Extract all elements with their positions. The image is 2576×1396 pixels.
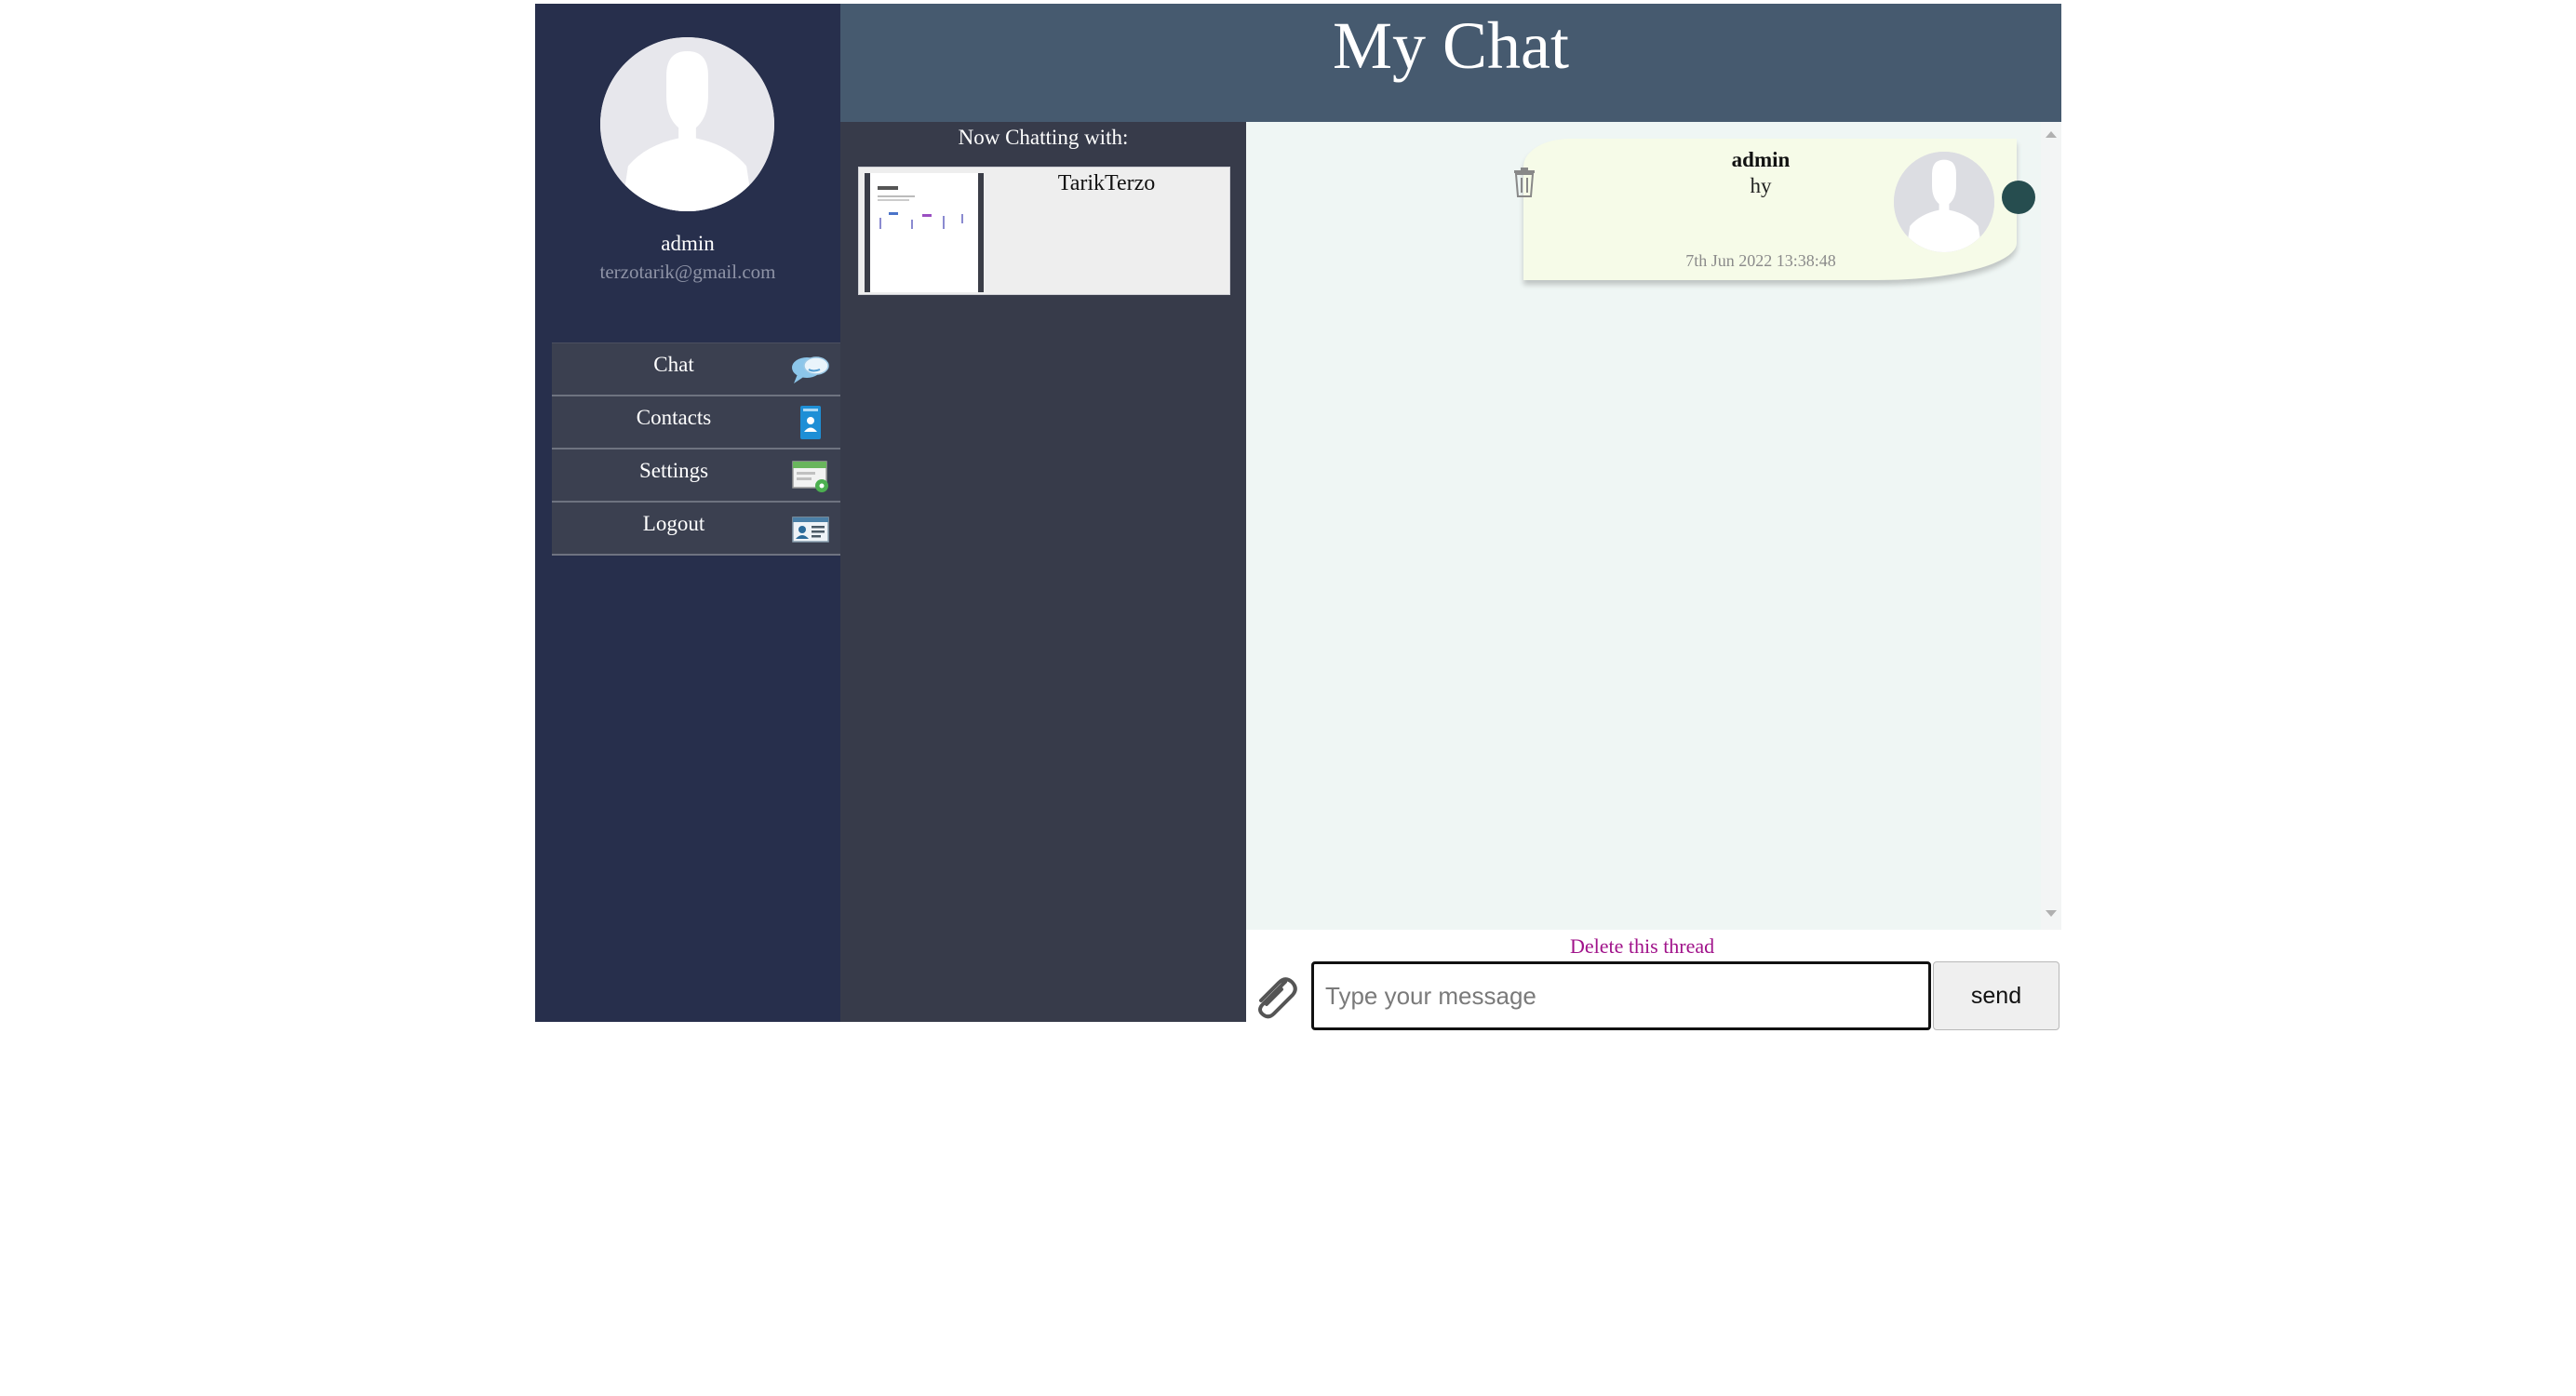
main-menu: Chat Contacts Settings Logout <box>552 342 840 556</box>
user-silhouette-icon <box>600 37 774 211</box>
menu-item-contacts[interactable]: Contacts <box>552 396 840 450</box>
contacts-heading: Now Chatting with: <box>958 126 1129 149</box>
chat-bubbles-icon <box>790 352 831 387</box>
profile-email: terzotarik@gmail.com <box>599 261 776 283</box>
menu-item-label: Settings <box>638 459 709 482</box>
settings-window-icon <box>790 458 831 493</box>
screenshot-thumbnail-icon <box>865 173 984 292</box>
user-silhouette-icon <box>1894 152 1994 252</box>
menu-item-label: Logout <box>642 512 705 535</box>
menu-item-label: Chat <box>653 353 694 376</box>
menu-item-logout[interactable]: Logout <box>552 503 840 556</box>
message-timestamp: 7th Jun 2022 13:38:48 <box>1685 251 1836 270</box>
scroll-down-arrow-icon[interactable] <box>2046 910 2057 917</box>
id-card-icon <box>790 511 831 546</box>
messages-panel: admin hy 7th Jun 2022 13:38:48 <box>1246 122 2061 930</box>
trash-icon[interactable] <box>1512 167 1536 198</box>
online-status-dot <box>2002 181 2035 214</box>
contact-card-icon <box>790 405 831 440</box>
delete-thread-link[interactable]: Delete this thread <box>1570 934 1714 959</box>
contact-name: TarikTerzo <box>1057 171 1156 195</box>
profile-avatar <box>600 37 774 211</box>
app-header: My Chat <box>840 4 2061 122</box>
page-title: My Chat <box>1332 8 1569 83</box>
menu-item-chat[interactable]: Chat <box>552 342 840 396</box>
message-text: hy <box>1750 174 1772 197</box>
scroll-up-arrow-icon[interactable] <box>2046 131 2057 138</box>
chat-app: admin terzotarik@gmail.com Chat Contacts <box>535 4 2061 1030</box>
message-input[interactable] <box>1311 961 1931 1030</box>
menu-item-label: Contacts <box>636 406 712 429</box>
message-bubble: admin hy 7th Jun 2022 13:38:48 <box>1514 139 2035 280</box>
message-avatar <box>1894 152 1994 252</box>
contact-item[interactable]: TarikTerzo <box>858 167 1230 295</box>
profile-name: admin <box>661 232 715 255</box>
messages-scrollbar[interactable] <box>2041 122 2061 930</box>
contacts-panel: Now Chatting with: TarikTerzo <box>840 122 1246 1022</box>
send-button[interactable]: send <box>1933 961 2059 1030</box>
paperclip-icon[interactable] <box>1248 969 1302 1023</box>
menu-item-settings[interactable]: Settings <box>552 450 840 503</box>
message-author: admin <box>1731 148 1791 171</box>
profile-sidebar: admin terzotarik@gmail.com Chat Contacts <box>535 4 840 1022</box>
